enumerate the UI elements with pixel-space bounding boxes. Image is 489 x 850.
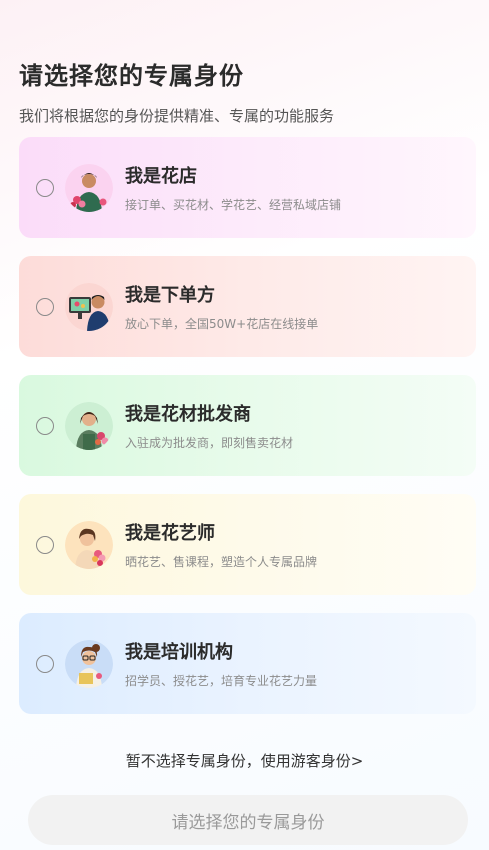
role-text: 我是花材批发商 入驻成为批发商，即刻售卖花材	[125, 400, 293, 451]
header: 请选择您的专属身份 我们将根据您的身份提供精准、专属的功能服务	[19, 56, 334, 126]
role-card-florist[interactable]: 我是花店 接订单、买花材、学花艺、经营私域店铺	[19, 137, 476, 238]
radio-button[interactable]	[36, 178, 54, 197]
role-text: 我是下单方 放心下单，全国50W+花店在线接单	[125, 281, 318, 332]
role-desc: 入驻成为批发商，即刻售卖花材	[125, 436, 294, 450]
page-title: 请选择您的专属身份	[19, 62, 244, 90]
role-title: 我是下单方	[125, 285, 215, 306]
confirm-button[interactable]: 请选择您的专属身份	[28, 795, 468, 845]
role-text: 我是花店 接订单、买花材、学花艺、经营私域店铺	[125, 162, 341, 213]
florist-avatar-icon	[65, 163, 113, 212]
role-text: 我是花艺师 晒花艺、售课程，塑造个人专属品牌	[125, 519, 317, 570]
guest-mode-link[interactable]: 暂不选择专属身份，使用游客身份>	[0, 750, 489, 771]
role-title: 我是花材批发商	[125, 404, 251, 425]
role-card-buyer[interactable]: 我是下单方 放心下单，全国50W+花店在线接单	[19, 256, 476, 357]
role-card-floral-artist[interactable]: 我是花艺师 晒花艺、售课程，塑造个人专属品牌	[19, 494, 476, 595]
role-card-training-org[interactable]: 我是培训机构 招学员、授花艺，培育专业花艺力量	[19, 613, 476, 714]
buyer-avatar-icon	[65, 282, 113, 331]
role-desc: 放心下单，全国50W+花店在线接单	[125, 317, 319, 331]
training-org-avatar-icon	[65, 639, 113, 688]
radio-button[interactable]	[36, 654, 54, 673]
floral-artist-avatar-icon	[65, 520, 113, 569]
radio-button[interactable]	[36, 297, 54, 316]
role-list: 我是花店 接订单、买花材、学花艺、经营私域店铺 我是下单方 放心下单，全国50W…	[19, 137, 476, 732]
role-desc: 晒花艺、售课程，塑造个人专属品牌	[125, 555, 318, 569]
page-subtitle: 我们将根据您的身份提供精准、专属的功能服务	[19, 107, 335, 125]
role-desc: 接订单、买花材、学花艺、经营私域店铺	[125, 198, 342, 212]
radio-button[interactable]	[36, 416, 54, 435]
role-title: 我是花艺师	[125, 523, 215, 544]
role-text: 我是培训机构 招学员、授花艺，培育专业花艺力量	[125, 638, 317, 689]
wholesaler-avatar-icon	[65, 401, 113, 450]
role-title: 我是培训机构	[125, 642, 233, 663]
role-card-wholesaler[interactable]: 我是花材批发商 入驻成为批发商，即刻售卖花材	[19, 375, 476, 476]
role-title: 我是花店	[125, 166, 197, 187]
role-desc: 招学员、授花艺，培育专业花艺力量	[125, 674, 318, 688]
radio-button[interactable]	[36, 535, 54, 554]
